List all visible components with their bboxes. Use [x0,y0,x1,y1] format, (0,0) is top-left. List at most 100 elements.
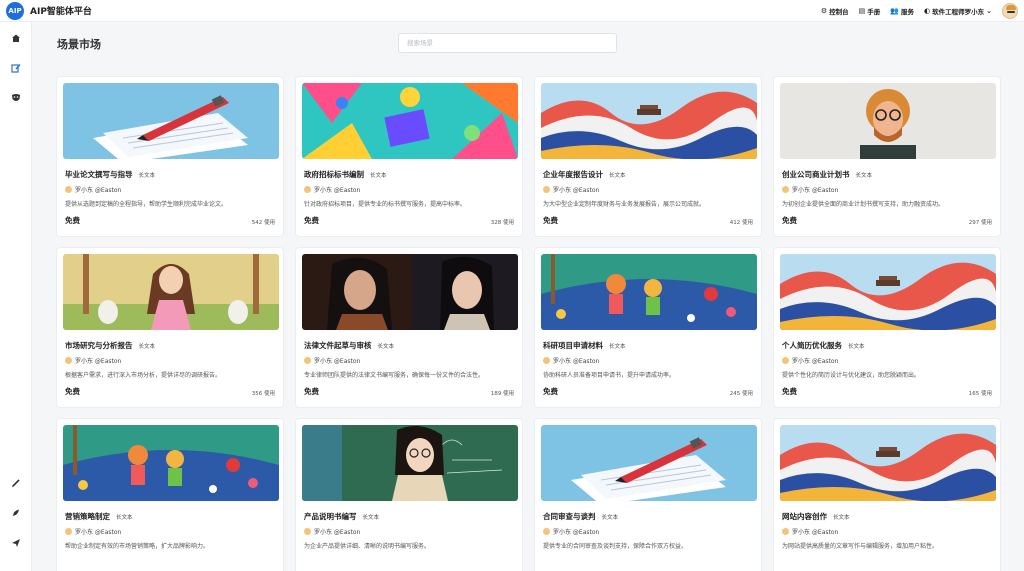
scene-card[interactable]: 网站内容创作 长文本 罗小东 @Easton 为网站提供高质量的文章写作与编辑服务，增… [773,418,1001,571]
app-title: AIP智能体平台 [30,7,92,17]
scene-card-title: 政府招标标书编制 长文本 [304,169,387,180]
app-logo[interactable]: AIP [6,1,24,20]
scene-card-tag: 长文本 [370,173,387,179]
console-icon: ⚙ [820,7,828,15]
scene-card-author: 罗小东 @Easton [782,356,838,365]
scene-card-image [780,83,996,159]
scene-card-description: 为大中型企业定制年度财务与业务发展报告，展示公司成就。 [543,201,706,208]
author-name: 罗小东 @Easton [792,358,839,365]
scene-card[interactable]: 市场研究与分析报告 长文本 罗小东 @Easton 根据客户需求，进行深入市场分析，提… [56,247,284,408]
scene-card-image [780,254,996,330]
scene-card-uses: 356 使用 [251,391,275,397]
scene-card-description: 为企业产品提供详细、清晰的说明书编写服务。 [304,543,431,550]
page-title: 场景市场 [57,38,101,51]
scene-card-price: 免费 [543,387,558,396]
scene-card-image [302,83,518,159]
author-avatar [65,528,72,535]
scene-card[interactable]: 合同审查与谈判 长文本 罗小东 @Easton 提供专业的合同审查及谈判支持，保障合作… [534,418,762,571]
author-avatar [543,357,550,364]
scene-card-price: 免费 [782,216,797,225]
author-avatar [65,357,72,364]
scene-card[interactable]: 个人简历优化服务 长文本罗小东 @Easton 提供个性化的简历设计与优化建议，助您… [773,247,1001,408]
scene-card-title: 法律文件起草与审核 长文本 [304,340,394,351]
scene-card-title-text: 营销策略制定 [65,512,110,521]
scene-card[interactable]: 营销策略制定 长文本 罗小东 @Easton 帮助企业制定有效的市场营销策略，扩大品牌… [56,418,284,571]
author-name: 罗小东 @Easton [553,358,600,365]
send-icon[interactable] [9,536,23,550]
author-name: 罗小东 @Easton [792,187,839,194]
scene-card-description: 提供个性化的简历设计与优化建议，助您脱颖而出。 [782,372,921,379]
scene-card-description: 针对政府招标项目，提供专业的标书撰写服务，提高中标率。 [304,201,467,208]
scene-card-author: 罗小东 @Easton [543,527,599,536]
scene-card-title-text: 科研项目申请材料 [543,341,603,350]
mask-icon[interactable] [9,91,23,105]
scene-card-title-text: 个人简历优化服务 [782,341,842,350]
scene-card-description: 为初创企业提供全面的商业计划书撰写支持，助力融资成功。 [782,201,945,208]
chevron-down-icon: ⌄ [986,7,992,15]
scene-card-title-text: 毕业论文撰写与指导 [65,170,133,179]
scene-card-title: 合同审查与谈判 长文本 [543,511,618,522]
scene-card-price: 免费 [782,387,797,396]
edit-icon[interactable] [9,61,23,75]
scene-card-title: 企业年度报告设计 长文本 [543,169,626,180]
scene-card-author: 罗小东 @Easton [304,356,360,365]
scene-card-tag: 长文本 [377,344,395,350]
scene-card-price: 免费 [543,216,558,225]
scene-card[interactable]: 产品说明书编写 长文本罗小东 @Easton 为企业产品提供详细、清晰的说明书编写服… [295,418,523,571]
scene-card[interactable]: 法律文件起草与审核 长文本 罗小东 @Easton 专业律师团队提供的法律文书编写服务… [295,247,523,408]
scene-card-uses: 165 使用 [968,391,992,397]
search-input[interactable] [398,33,617,53]
scene-card-title: 网站内容创作 长文本 [782,511,850,522]
nav-manual[interactable]: ▤ 手册 [859,6,881,16]
author-avatar [543,186,550,193]
scene-card-title-text: 法律文件起草与审核 [304,341,372,350]
user-avatar[interactable] [1002,3,1018,19]
scene-card-tag: 长文本 [855,173,873,179]
scene-card-description: 根据客户需求，进行深入市场分析，提供详尽的调研报告。 [65,372,222,379]
scene-card[interactable]: 毕业论文撰写与指导 长文本 罗小东 @Easton 提供从选题到定稿的全程指导，帮助学… [56,76,284,237]
scene-card-tag: 长文本 [848,344,865,350]
nav-service-label: 服务 [901,8,915,16]
top-bar: AIP AIP智能体平台 ⚙ 控制台 ▤ 手册 👥 服务 ◐ 软件工程师罗小东 … [0,0,1024,22]
nav-console[interactable]: ⚙ 控制台 [821,6,849,16]
sidebar [0,22,32,571]
scene-card-author: 罗小东 @Easton [65,527,121,536]
scene-card-description: 帮助企业制定有效的市场营销策略，扩大品牌影响力。 [65,543,210,550]
scene-card[interactable]: 政府招标标书编制 长文本 罗小东 @Easton 针对政府招标项目，提供专业的标书撰写… [295,76,523,237]
scene-card-image [63,425,279,501]
scene-card[interactable]: 科研项目申请材料 长文本 罗小东 @Easton 协助科研人员准备项目申请书，提升申请… [534,247,762,408]
author-avatar [782,357,789,364]
author-avatar [543,528,550,535]
scene-card-description: 为网站提供高质量的文章写作与编辑服务，增加用户粘性。 [782,543,939,550]
user-menu[interactable]: ◐ 软件工程师罗小东 ⌄ [924,6,992,16]
scene-card-image [541,425,757,501]
pen-icon[interactable] [9,476,23,490]
scene-card-tag: 长文本 [362,515,380,521]
feather-icon[interactable] [9,506,23,520]
scene-card-title-text: 产品说明书编写 [304,512,357,521]
scene-card[interactable]: 创业公司商业计划书 长文本 罗小东 @Easton 为初创企业提供全面的商业计划书撰写… [773,76,1001,237]
author-name: 罗小东 @Easton [75,358,122,365]
author-name: 罗小东 @Easton [75,187,122,194]
top-nav: ⚙ 控制台 ▤ 手册 👥 服务 ◐ 软件工程师罗小东 ⌄ [821,0,992,22]
scene-card-tag: 长文本 [601,515,619,521]
scene-card-uses: 412 使用 [729,220,753,226]
scene-card-title: 产品说明书编写 长文本 [304,511,379,522]
home-icon[interactable] [9,31,23,45]
scene-card-image [63,254,279,330]
scene-card-tag: 长文本 [609,344,626,350]
scene-card-price: 免费 [65,216,80,225]
scene-card-tag: 长文本 [138,344,156,350]
scene-card[interactable]: 企业年度报告设计 长文本 罗小东 @Easton 为大中型企业定制年度财务与业务发展报… [534,76,762,237]
author-avatar [304,357,311,364]
scene-card-uses: 297 使用 [968,220,992,226]
author-name: 罗小东 @Easton [75,529,122,536]
scene-card-title-text: 网站内容创作 [782,512,827,521]
author-name: 罗小东 @Easton [314,529,361,536]
manual-icon: ▤ [858,7,866,15]
scene-card-title-text: 政府招标标书编制 [304,170,364,179]
scene-card-description: 提供从选题到定稿的全程指导，帮助学生顺利完成毕业论文。 [65,201,228,208]
scene-card-uses: 328 使用 [490,220,514,226]
nav-service[interactable]: 👥 服务 [890,6,914,16]
scene-card-tag: 长文本 [609,173,626,179]
